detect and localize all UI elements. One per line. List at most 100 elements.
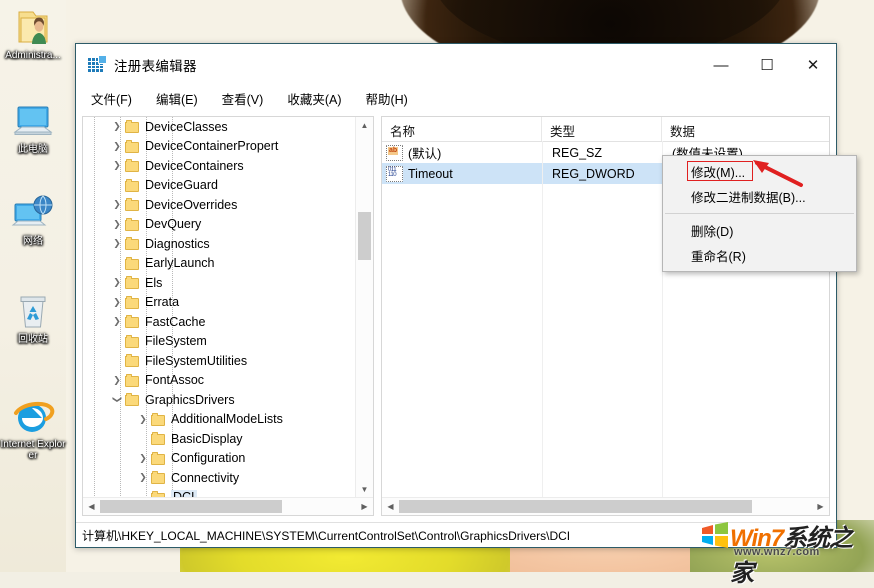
scroll-track[interactable] bbox=[399, 498, 812, 515]
chevron-right-icon[interactable]: ❯ bbox=[109, 156, 125, 175]
tree-node[interactable]: ❯ Els bbox=[83, 273, 356, 293]
column-header-data[interactable]: 数据 bbox=[662, 117, 829, 141]
chevron-right-icon[interactable]: ❯ bbox=[109, 371, 125, 390]
tree-node[interactable]: ❯ Configuration bbox=[83, 449, 356, 469]
folder-icon bbox=[151, 471, 166, 484]
tree-node-label: Connectivity bbox=[171, 471, 239, 485]
annotation-highlight-box bbox=[687, 161, 753, 181]
scroll-right-icon[interactable]: ▶ bbox=[812, 502, 829, 511]
tree-node[interactable]: ❯FastCache bbox=[83, 312, 356, 332]
tree-node[interactable]: ❯DevQuery bbox=[83, 215, 356, 235]
tree-node[interactable]: ❯DeviceClasses bbox=[83, 117, 356, 137]
tree-horizontal-scrollbar[interactable]: ◀ ▶ bbox=[83, 497, 373, 515]
context-menu-separator bbox=[665, 213, 854, 214]
folder-icon bbox=[125, 218, 140, 231]
tree-node[interactable]: DeviceGuard bbox=[83, 176, 356, 196]
context-menu-item-delete[interactable]: 删除(D) bbox=[663, 218, 856, 243]
column-header-type[interactable]: 类型 bbox=[542, 117, 662, 141]
tree-node[interactable]: ❯ Diagnostics bbox=[83, 234, 356, 254]
desktop-icon-network[interactable]: 网络 bbox=[0, 192, 66, 247]
scroll-up-icon[interactable]: ▲ bbox=[356, 117, 373, 134]
scroll-thumb[interactable] bbox=[358, 212, 371, 260]
folder-icon bbox=[125, 315, 140, 328]
column-header-name[interactable]: 名称 bbox=[382, 117, 542, 141]
tree-node-label: FileSystemUtilities bbox=[145, 354, 247, 368]
scroll-left-icon[interactable]: ◀ bbox=[83, 502, 100, 511]
chevron-right-icon[interactable]: ❯ bbox=[135, 410, 151, 429]
menu-file[interactable]: 文件(F) bbox=[88, 87, 135, 110]
chevron-right-icon[interactable]: ❯ bbox=[109, 215, 125, 234]
registry-tree[interactable]: ❯DeviceClasses❯DeviceContainerPropert❯De… bbox=[83, 117, 356, 498]
tree-leaf-spacer bbox=[109, 254, 125, 273]
tree-node[interactable]: BasicDisplay bbox=[83, 429, 356, 449]
chevron-down-icon[interactable]: ❯ bbox=[108, 392, 127, 408]
chevron-right-icon[interactable]: ❯ bbox=[135, 468, 151, 487]
registry-path: 计算机\HKEY_LOCAL_MACHINE\SYSTEM\CurrentCon… bbox=[76, 527, 570, 544]
desktop-icon-label: 网络 bbox=[0, 236, 66, 247]
desktop-icon-label: Administra... bbox=[0, 50, 66, 61]
tree-node[interactable]: ❯Errata bbox=[83, 293, 356, 313]
tree-node[interactable]: ❯DeviceContainerPropert bbox=[83, 137, 356, 157]
tree-node[interactable]: ❯AdditionalModeLists bbox=[83, 410, 356, 430]
tree-node[interactable]: ❯FontAssoc bbox=[83, 371, 356, 391]
context-menu-item-rename[interactable]: 重命名(R) bbox=[663, 243, 856, 268]
tree-node-label: Els bbox=[145, 276, 162, 290]
tree-leaf-spacer bbox=[135, 429, 151, 448]
context-menu-item-modify[interactable]: 修改(M)... bbox=[663, 159, 856, 184]
chevron-right-icon[interactable]: ❯ bbox=[109, 312, 125, 331]
folder-icon bbox=[125, 140, 140, 153]
desktop-icon-label: 此电脑 bbox=[0, 144, 66, 155]
value-name: Timeout bbox=[408, 167, 544, 181]
close-button[interactable]: ✕ bbox=[790, 44, 836, 86]
registry-editor-window: 注册表编辑器 — ☐ ✕ 文件(F) 编辑(E) 查看(V) 收藏夹(A) 帮助… bbox=[75, 43, 837, 548]
menu-view[interactable]: 查看(V) bbox=[219, 87, 267, 110]
scroll-left-icon[interactable]: ◀ bbox=[382, 502, 399, 511]
computer-icon bbox=[0, 100, 66, 144]
registry-tree-pane: ❯DeviceClasses❯DeviceContainerPropert❯De… bbox=[82, 116, 374, 516]
tree-node[interactable]: ❯ GraphicsDrivers bbox=[83, 390, 356, 410]
chevron-right-icon[interactable]: ❯ bbox=[109, 117, 125, 136]
tree-node[interactable]: ❯ Connectivity bbox=[83, 468, 356, 488]
folder-icon bbox=[125, 335, 140, 348]
maximize-button[interactable]: ☐ bbox=[744, 44, 790, 86]
tree-node[interactable]: FileSystem bbox=[83, 332, 356, 352]
windows-logo-icon bbox=[700, 522, 730, 548]
minimize-button[interactable]: — bbox=[698, 44, 744, 86]
tree-node-label: Diagnostics bbox=[145, 237, 210, 251]
desktop-icon-administrator[interactable]: Administra... bbox=[0, 6, 66, 61]
menu-edit[interactable]: 编辑(E) bbox=[153, 87, 201, 110]
context-menu-item-label: 修改二进制数据(B)... bbox=[691, 187, 806, 206]
desktop-icon-recycle-bin[interactable]: 回收站 bbox=[0, 290, 66, 345]
tree-node-label: GraphicsDrivers bbox=[145, 393, 235, 407]
tree-node[interactable]: EarlyLaunch bbox=[83, 254, 356, 274]
values-horizontal-scrollbar[interactable]: ◀ ▶ bbox=[382, 497, 829, 515]
chevron-right-icon[interactable]: ❯ bbox=[109, 195, 125, 214]
tree-node-label: FileSystem bbox=[145, 334, 207, 348]
value-type: REG_SZ bbox=[544, 146, 664, 160]
tree-vertical-scrollbar[interactable]: ▲ ▼ bbox=[355, 117, 373, 498]
context-menu: 修改(M)... 修改二进制数据(B)... 删除(D) 重命名(R) bbox=[662, 155, 857, 272]
tree-node[interactable]: ❯DeviceOverrides bbox=[83, 195, 356, 215]
context-menu-item-label: 删除(D) bbox=[691, 221, 733, 240]
scroll-right-icon[interactable]: ▶ bbox=[356, 502, 373, 511]
chevron-right-icon[interactable]: ❯ bbox=[109, 293, 125, 312]
chevron-right-icon[interactable]: ❯ bbox=[135, 449, 151, 468]
menu-favorites[interactable]: 收藏夹(A) bbox=[284, 87, 344, 110]
pane-splitter[interactable] bbox=[374, 116, 377, 516]
chevron-right-icon[interactable]: ❯ bbox=[109, 137, 125, 156]
menu-help[interactable]: 帮助(H) bbox=[362, 87, 410, 110]
context-menu-item-modify-binary[interactable]: 修改二进制数据(B)... bbox=[663, 184, 856, 209]
tree-node-label: Configuration bbox=[171, 451, 245, 465]
scroll-thumb[interactable] bbox=[100, 500, 282, 513]
folder-icon bbox=[125, 374, 140, 387]
desktop-icon-label: 回收站 bbox=[0, 334, 66, 345]
desktop-icon-internet-explorer[interactable]: Internet Explorer bbox=[0, 395, 66, 461]
chevron-right-icon[interactable]: ❯ bbox=[109, 273, 125, 292]
desktop-icon-this-pc[interactable]: 此电脑 bbox=[0, 100, 66, 155]
scroll-down-icon[interactable]: ▼ bbox=[356, 481, 373, 498]
scroll-track[interactable] bbox=[100, 498, 356, 515]
tree-node[interactable]: FileSystemUtilities bbox=[83, 351, 356, 371]
scroll-thumb[interactable] bbox=[399, 500, 752, 513]
chevron-right-icon[interactable]: ❯ bbox=[109, 234, 125, 253]
tree-node[interactable]: ❯DeviceContainers bbox=[83, 156, 356, 176]
